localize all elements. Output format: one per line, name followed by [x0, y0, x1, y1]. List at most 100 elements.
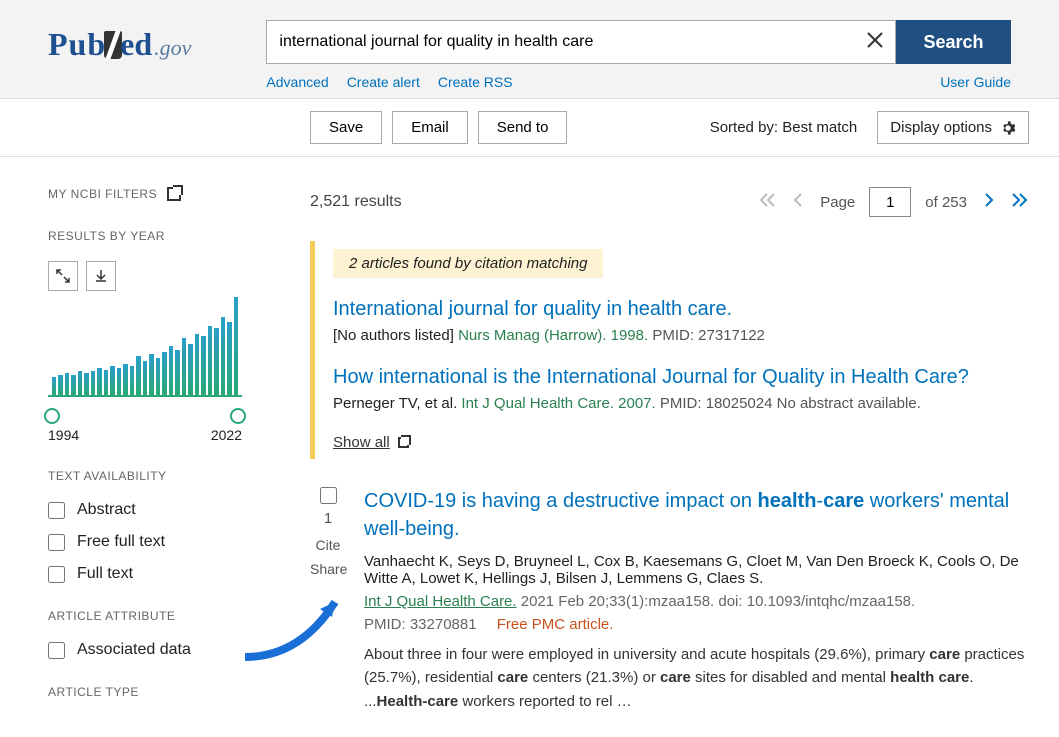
filter-free-full-text-checkbox[interactable]	[48, 534, 65, 551]
histogram-bar[interactable]	[149, 354, 153, 395]
histogram-bar[interactable]	[162, 352, 166, 395]
pagination: Page of 253	[758, 187, 1029, 217]
filter-associated-data-checkbox[interactable]	[48, 642, 65, 659]
histogram-bar[interactable]	[214, 328, 218, 395]
search-result: 1 Cite Share COVID-19 is having a destru…	[310, 487, 1029, 713]
next-page-button[interactable]	[981, 192, 997, 212]
citation-authors: [No authors listed]	[333, 327, 454, 344]
citation-matching-block: 2 articles found by citation matching In…	[310, 241, 1029, 459]
external-link-icon[interactable]	[167, 187, 181, 201]
result-title-link[interactable]: COVID-19 is having a destructive impact …	[364, 490, 1009, 540]
last-page-button[interactable]	[1011, 192, 1029, 212]
histogram-bar[interactable]	[58, 375, 62, 395]
histogram-bar[interactable]	[65, 373, 69, 395]
histogram-bar[interactable]	[123, 364, 127, 395]
create-rss-link[interactable]: Create RSS	[438, 74, 513, 90]
histogram-bar[interactable]	[221, 317, 225, 395]
histogram-bar[interactable]	[156, 358, 160, 395]
prev-page-button[interactable]	[790, 192, 806, 212]
expand-icon	[56, 269, 70, 283]
filter-abstract[interactable]: Abstract	[48, 501, 242, 519]
histogram-bar[interactable]	[195, 334, 199, 395]
histogram-bar[interactable]	[175, 350, 179, 395]
pubmed-logo[interactable]: Pub ed .gov	[48, 26, 191, 63]
text-availability-heading: TEXT AVAILABILITY	[48, 469, 242, 483]
filter-associated-data[interactable]: Associated data	[48, 641, 242, 659]
gear-icon	[1000, 120, 1016, 136]
toolbar: Save Email Send to Sorted by: Best match…	[0, 99, 1059, 157]
free-pmc-label: Free PMC article.	[497, 616, 614, 633]
histogram-bar[interactable]	[117, 368, 121, 395]
filter-abstract-checkbox[interactable]	[48, 502, 65, 519]
of-pages-label: of 253	[925, 194, 967, 211]
citation-banner: 2 articles found by citation matching	[333, 249, 603, 278]
clear-search-button[interactable]	[855, 21, 895, 63]
search-input[interactable]	[267, 33, 855, 51]
filters-sidebar: MY NCBI FILTERS RESULTS BY YEAR 1994 202…	[0, 157, 262, 737]
result-journal-link[interactable]: Int J Qual Health Care.	[364, 593, 517, 610]
result-select-checkbox[interactable]	[320, 487, 337, 504]
histogram-bar[interactable]	[234, 297, 238, 395]
save-button[interactable]: Save	[310, 111, 382, 144]
expand-chart-button[interactable]	[48, 261, 78, 291]
display-options-button[interactable]: Display options	[877, 111, 1029, 144]
filter-free-full-text[interactable]: Free full text	[48, 533, 242, 551]
result-authors: Vanhaecht K, Seys D, Bruyneel L, Cox B, …	[364, 553, 1029, 587]
histogram-bar[interactable]	[97, 368, 101, 395]
histogram-bar[interactable]	[169, 346, 173, 395]
histogram-bar[interactable]	[208, 326, 212, 395]
sorted-by-label[interactable]: Sorted by: Best match	[710, 119, 858, 136]
histogram-bar[interactable]	[52, 377, 56, 395]
histogram-bar[interactable]	[143, 361, 147, 395]
citation-pmid: PMID: 27317122	[652, 327, 765, 344]
year-end-label: 2022	[211, 427, 242, 443]
histogram-bar[interactable]	[136, 356, 140, 395]
external-link-icon	[398, 437, 409, 448]
show-all-link[interactable]: Show all	[333, 434, 409, 451]
send-to-button[interactable]: Send to	[478, 111, 568, 144]
histogram-bar[interactable]	[227, 322, 231, 396]
year-histogram[interactable]	[48, 297, 242, 417]
first-page-button[interactable]	[758, 192, 776, 212]
share-button[interactable]: Share	[310, 561, 346, 577]
histogram-bar[interactable]	[188, 344, 192, 395]
year-slider-end-handle[interactable]	[230, 408, 246, 424]
histogram-bar[interactable]	[78, 371, 82, 396]
result-pub-details: 2021 Feb 20;33(1):mzaa158. doi: 10.1093/…	[517, 593, 916, 610]
logo-gov: .gov	[154, 35, 191, 61]
page-label: Page	[820, 194, 855, 211]
advanced-link[interactable]: Advanced	[266, 74, 328, 90]
histogram-bar[interactable]	[104, 370, 108, 395]
year-start-label: 1994	[48, 427, 79, 443]
year-slider-start-handle[interactable]	[44, 408, 60, 424]
article-type-heading: ARTICLE TYPE	[48, 685, 242, 699]
article-attribute-heading: ARTICLE ATTRIBUTE	[48, 609, 242, 623]
histogram-bar[interactable]	[84, 373, 88, 395]
citation-authors: Perneger TV, et al.	[333, 395, 457, 412]
histogram-bar[interactable]	[71, 375, 75, 395]
histogram-bar[interactable]	[91, 371, 95, 395]
create-alert-link[interactable]: Create alert	[347, 74, 420, 90]
citation-pmid: PMID: 18025024 No abstract available.	[660, 395, 921, 412]
results-count: 2,521 results	[310, 193, 402, 211]
page-input[interactable]	[869, 187, 911, 217]
user-guide-link[interactable]: User Guide	[940, 74, 1011, 90]
header-bar: Pub ed .gov Search Advanced Create alert…	[0, 0, 1059, 99]
citation-item: How international is the International J…	[333, 366, 1029, 412]
citation-title-link[interactable]: International journal for quality in hea…	[333, 298, 1029, 321]
search-button[interactable]: Search	[896, 20, 1011, 64]
close-icon	[866, 31, 884, 49]
citation-title-link[interactable]: How international is the International J…	[333, 366, 1029, 389]
histogram-bar[interactable]	[130, 366, 134, 395]
filter-full-text-checkbox[interactable]	[48, 566, 65, 583]
search-box	[266, 20, 896, 64]
download-chart-button[interactable]	[86, 261, 116, 291]
histogram-bar[interactable]	[201, 336, 205, 395]
citation-item: International journal for quality in hea…	[333, 298, 1029, 344]
cite-button[interactable]: Cite	[310, 537, 346, 553]
email-button[interactable]: Email	[392, 111, 468, 144]
histogram-bar[interactable]	[182, 338, 186, 395]
citation-journal: Int J Qual Health Care. 2007.	[461, 395, 655, 412]
filter-full-text[interactable]: Full text	[48, 565, 242, 583]
histogram-bar[interactable]	[110, 366, 114, 395]
